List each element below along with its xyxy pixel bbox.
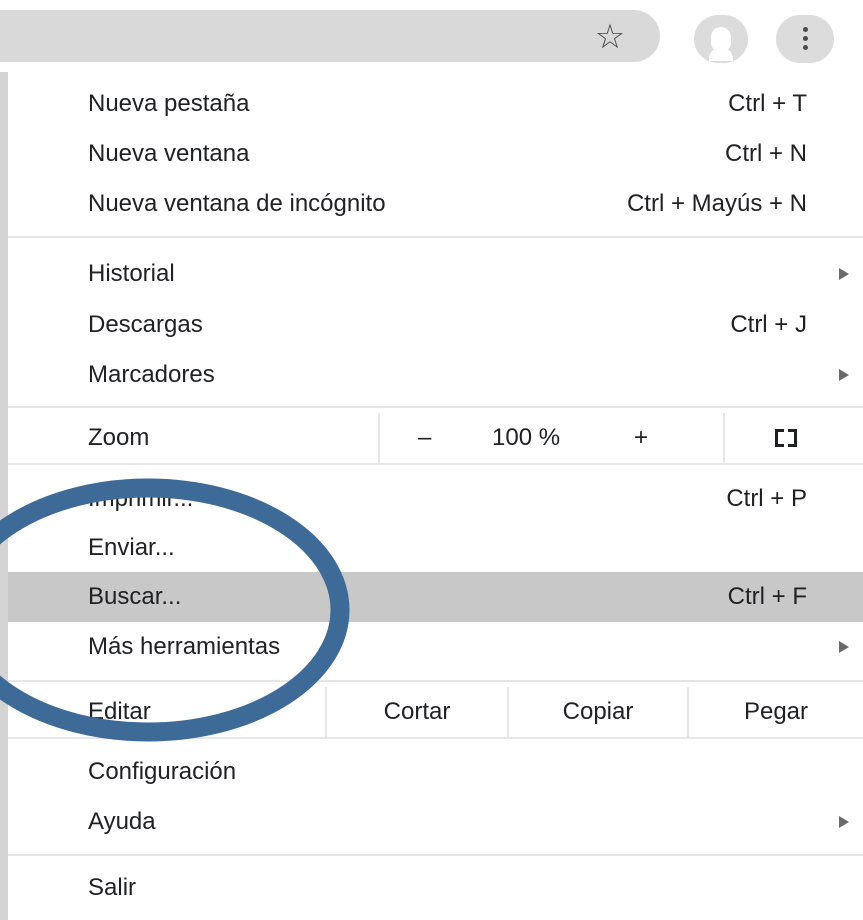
menu-row-edit: Editar Cortar Copiar Pegar	[8, 687, 863, 737]
menu-item-bookmarks[interactable]: Marcadores	[8, 350, 863, 400]
paste-button[interactable]: Pegar	[689, 687, 863, 737]
menu-item-shortcut: Ctrl + J	[730, 311, 807, 338]
menu-divider	[8, 680, 863, 682]
menu-item-label: Marcadores	[88, 361, 215, 388]
menu-divider	[8, 737, 863, 739]
menu-item-downloads[interactable]: Descargas Ctrl + J	[8, 300, 863, 350]
menu-item-label: Buscar...	[88, 583, 182, 610]
menu-item-find[interactable]: Buscar... Ctrl + F	[8, 572, 863, 622]
browser-toolbar: ☆	[0, 0, 863, 72]
menu-item-print[interactable]: Imprimir... Ctrl + P	[8, 474, 863, 524]
edit-label: Editar	[88, 698, 151, 725]
submenu-arrow-icon	[839, 369, 849, 381]
menu-item-label: Enviar...	[88, 534, 175, 561]
zoom-label: Zoom	[88, 424, 150, 451]
menu-item-label: Historial	[88, 260, 175, 287]
zoom-out-button[interactable]: –	[418, 413, 431, 463]
zoom-divider	[378, 413, 380, 463]
menu-item-label: Ayuda	[88, 808, 156, 835]
menu-item-shortcut: Ctrl + N	[724, 140, 807, 167]
fullscreen-icon[interactable]	[775, 429, 797, 447]
menu-item-cast[interactable]: Enviar...	[8, 523, 863, 573]
menu-item-label: Imprimir...	[88, 485, 194, 512]
menu-item-label: Configuración	[88, 758, 237, 785]
profile-avatar-icon[interactable]	[694, 15, 748, 63]
menu-item-new-window[interactable]: Nueva ventana Ctrl + N	[8, 129, 863, 179]
star-icon[interactable]: ☆	[588, 15, 632, 59]
menu-divider	[8, 463, 863, 465]
menu-item-more-tools[interactable]: Más herramientas	[8, 622, 863, 672]
menu-item-history[interactable]: Historial	[8, 249, 863, 299]
menu-item-shortcut: Ctrl + Mayús + N	[626, 190, 807, 217]
menu-item-label: Nueva pestaña	[88, 90, 250, 117]
zoom-in-button[interactable]: +	[634, 413, 648, 463]
menu-item-new-tab[interactable]: Nueva pestaña Ctrl + T	[8, 79, 863, 129]
menu-item-label: Nueva ventana de incógnito	[88, 190, 386, 217]
menu-row-zoom: Zoom – 100 % +	[8, 413, 863, 463]
menu-item-help[interactable]: Ayuda	[8, 797, 863, 847]
cut-button[interactable]: Cortar	[327, 687, 507, 737]
submenu-arrow-icon	[839, 816, 849, 828]
menu-item-new-incognito-window[interactable]: Nueva ventana de incógnito Ctrl + Mayús …	[8, 179, 863, 229]
copy-button[interactable]: Copiar	[509, 687, 687, 737]
menu-left-edge	[0, 72, 8, 920]
menu-item-exit[interactable]: Salir	[8, 863, 863, 913]
menu-divider	[8, 406, 863, 408]
zoom-level: 100 %	[492, 424, 561, 451]
address-bar[interactable]	[0, 10, 660, 62]
submenu-arrow-icon	[839, 641, 849, 653]
menu-kebab-icon[interactable]	[776, 15, 834, 63]
menu-item-label: Nueva ventana	[88, 140, 250, 167]
menu-item-shortcut: Ctrl + F	[727, 583, 807, 610]
menu-item-shortcut: Ctrl + T	[728, 90, 807, 117]
menu-item-settings[interactable]: Configuración	[8, 747, 863, 797]
menu-divider	[8, 236, 863, 238]
submenu-arrow-icon	[839, 268, 849, 280]
menu-divider	[8, 854, 863, 856]
menu-item-label: Salir	[88, 874, 137, 901]
menu-item-label: Más herramientas	[88, 633, 281, 660]
menu-item-shortcut: Ctrl + P	[726, 485, 807, 512]
menu-item-label: Descargas	[88, 311, 203, 338]
zoom-divider	[723, 413, 725, 463]
